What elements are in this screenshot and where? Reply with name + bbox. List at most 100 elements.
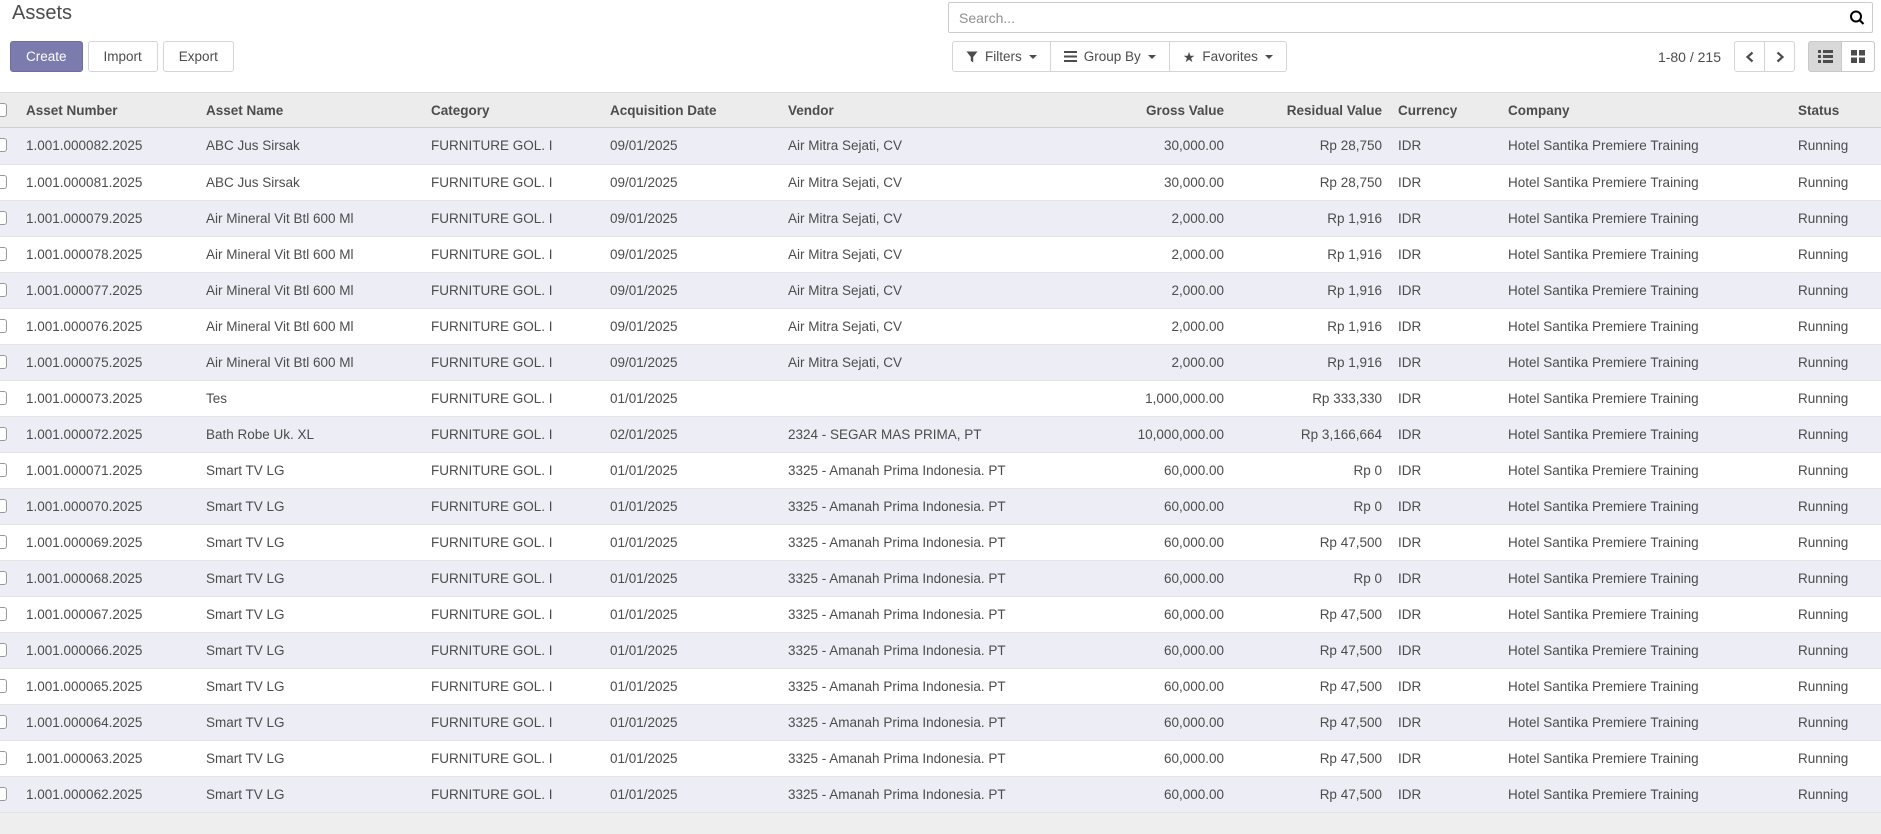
row-checkbox[interactable] xyxy=(0,283,7,297)
column-header-gross-value[interactable]: Gross Value xyxy=(1032,93,1232,127)
row-checkbox[interactable] xyxy=(0,535,7,549)
row-checkbox[interactable] xyxy=(0,751,7,765)
list-view-button[interactable] xyxy=(1808,41,1842,72)
cell-company: Hotel Santika Premiere Training xyxy=(1500,128,1790,164)
cell-date: 09/01/2025 xyxy=(602,309,780,344)
row-checkbox[interactable] xyxy=(0,319,7,333)
table-row[interactable]: 1.001.000073.2025TesFURNITURE GOL. I01/0… xyxy=(0,380,1881,416)
column-header-residual-value[interactable]: Residual Value xyxy=(1232,93,1390,127)
column-header-vendor[interactable]: Vendor xyxy=(780,93,1032,127)
table-row[interactable]: 1.001.000081.2025ABC Jus SirsakFURNITURE… xyxy=(0,164,1881,200)
row-checkbox[interactable] xyxy=(0,391,7,405)
cell-status: Running xyxy=(1790,417,1881,452)
pager-range: 1-80 / 215 xyxy=(1658,49,1721,65)
cell-category: FURNITURE GOL. I xyxy=(423,345,602,380)
table-row[interactable]: 1.001.000069.2025Smart TV LGFURNITURE GO… xyxy=(0,524,1881,560)
cell-number: 1.001.000078.2025 xyxy=(18,237,198,272)
table-row[interactable]: 1.001.000067.2025Smart TV LGFURNITURE GO… xyxy=(0,596,1881,632)
table-row[interactable]: 1.001.000068.2025Smart TV LGFURNITURE GO… xyxy=(0,560,1881,596)
column-header-status[interactable]: Status xyxy=(1790,93,1881,127)
column-header-acquisition-date[interactable]: Acquisition Date xyxy=(602,93,780,127)
cell-category: FURNITURE GOL. I xyxy=(423,705,602,740)
chevron-down-icon xyxy=(1029,55,1037,59)
cell-currency: IDR xyxy=(1390,381,1500,416)
cell-gross: 30,000.00 xyxy=(1032,165,1232,200)
cell-number: 1.001.000082.2025 xyxy=(18,128,198,164)
table-row[interactable]: 1.001.000064.2025Smart TV LGFURNITURE GO… xyxy=(0,704,1881,740)
cell-currency: IDR xyxy=(1390,417,1500,452)
table-row[interactable]: 1.001.000072.2025Bath Robe Uk. XLFURNITU… xyxy=(0,416,1881,452)
column-header-category[interactable]: Category xyxy=(423,93,602,127)
select-all-checkbox[interactable] xyxy=(0,103,7,117)
row-checkbox[interactable] xyxy=(0,499,7,513)
table-row[interactable]: 1.001.000070.2025Smart TV LGFURNITURE GO… xyxy=(0,488,1881,524)
search-input[interactable] xyxy=(949,10,1842,26)
row-checkbox[interactable] xyxy=(0,715,7,729)
cell-vendor: Air Mitra Sejati, CV xyxy=(780,345,1032,380)
cell-gross: 30,000.00 xyxy=(1032,128,1232,164)
pager-previous-button[interactable] xyxy=(1734,41,1765,72)
export-button[interactable]: Export xyxy=(163,41,234,72)
row-checkbox[interactable] xyxy=(0,787,7,801)
cell-date: 01/01/2025 xyxy=(602,741,780,776)
pager-next-button[interactable] xyxy=(1764,41,1795,72)
import-button[interactable]: Import xyxy=(88,41,158,72)
table-row[interactable]: 1.001.000071.2025Smart TV LGFURNITURE GO… xyxy=(0,452,1881,488)
row-checkbox[interactable] xyxy=(0,571,7,585)
row-checkbox[interactable] xyxy=(0,211,7,225)
cell-name: ABC Jus Sirsak xyxy=(198,128,423,164)
favorites-button[interactable]: ★ Favorites xyxy=(1169,41,1287,72)
column-header-asset-name[interactable]: Asset Name xyxy=(198,93,423,127)
table-row[interactable]: 1.001.000078.2025Air Mineral Vit Btl 600… xyxy=(0,236,1881,272)
table-row[interactable]: 1.001.000065.2025Smart TV LGFURNITURE GO… xyxy=(0,668,1881,704)
row-checkbox-cell xyxy=(0,309,18,344)
row-checkbox[interactable] xyxy=(0,643,7,657)
table-row[interactable]: 1.001.000075.2025Air Mineral Vit Btl 600… xyxy=(0,344,1881,380)
table-row[interactable]: 1.001.000062.2025Smart TV LGFURNITURE GO… xyxy=(0,776,1881,812)
create-button[interactable]: Create xyxy=(10,41,83,72)
table-row[interactable]: 1.001.000079.2025Air Mineral Vit Btl 600… xyxy=(0,200,1881,236)
cell-category: FURNITURE GOL. I xyxy=(423,309,602,344)
row-checkbox[interactable] xyxy=(0,247,7,261)
row-checkbox[interactable] xyxy=(0,427,7,441)
cell-number: 1.001.000073.2025 xyxy=(18,381,198,416)
cell-number: 1.001.000079.2025 xyxy=(18,201,198,236)
column-header-company[interactable]: Company xyxy=(1500,93,1790,127)
cell-name: Smart TV LG xyxy=(198,525,423,560)
cell-number: 1.001.000062.2025 xyxy=(18,777,198,812)
cell-date: 09/01/2025 xyxy=(602,201,780,236)
funnel-icon xyxy=(966,51,978,63)
cell-status: Running xyxy=(1790,597,1881,632)
row-checkbox[interactable] xyxy=(0,463,7,477)
cell-status: Running xyxy=(1790,201,1881,236)
filters-button[interactable]: Filters xyxy=(952,41,1051,72)
table-row[interactable]: 1.001.000077.2025Air Mineral Vit Btl 600… xyxy=(0,272,1881,308)
row-checkbox[interactable] xyxy=(0,679,7,693)
table-row[interactable]: 1.001.000063.2025Smart TV LGFURNITURE GO… xyxy=(0,740,1881,776)
table-row[interactable]: 1.001.000066.2025Smart TV LGFURNITURE GO… xyxy=(0,632,1881,668)
column-header-asset-number[interactable]: Asset Number xyxy=(18,93,198,127)
cell-status: Running xyxy=(1790,561,1881,596)
cell-gross: 60,000.00 xyxy=(1032,525,1232,560)
cell-vendor: 2324 - SEGAR MAS PRIMA, PT xyxy=(780,417,1032,452)
cell-name: Smart TV LG xyxy=(198,489,423,524)
cell-status: Running xyxy=(1790,237,1881,272)
row-checkbox[interactable] xyxy=(0,138,7,152)
cell-gross: 60,000.00 xyxy=(1032,633,1232,668)
cell-currency: IDR xyxy=(1390,633,1500,668)
table-row[interactable]: 1.001.000076.2025Air Mineral Vit Btl 600… xyxy=(0,308,1881,344)
cell-gross: 1,000,000.00 xyxy=(1032,381,1232,416)
row-checkbox[interactable] xyxy=(0,175,7,189)
row-checkbox[interactable] xyxy=(0,607,7,621)
cell-residual: Rp 1,916 xyxy=(1232,201,1390,236)
cell-vendor: 3325 - Amanah Prima Indonesia. PT xyxy=(780,705,1032,740)
kanban-view-button[interactable] xyxy=(1841,41,1875,72)
row-checkbox[interactable] xyxy=(0,355,7,369)
group-by-button[interactable]: Group By xyxy=(1050,41,1170,72)
cell-vendor: 3325 - Amanah Prima Indonesia. PT xyxy=(780,669,1032,704)
search-icon[interactable] xyxy=(1842,9,1872,27)
table-row[interactable]: 1.001.000082.2025ABC Jus SirsakFURNITURE… xyxy=(0,128,1881,164)
cell-vendor: 3325 - Amanah Prima Indonesia. PT xyxy=(780,633,1032,668)
cell-category: FURNITURE GOL. I xyxy=(423,273,602,308)
column-header-currency[interactable]: Currency xyxy=(1390,93,1500,127)
